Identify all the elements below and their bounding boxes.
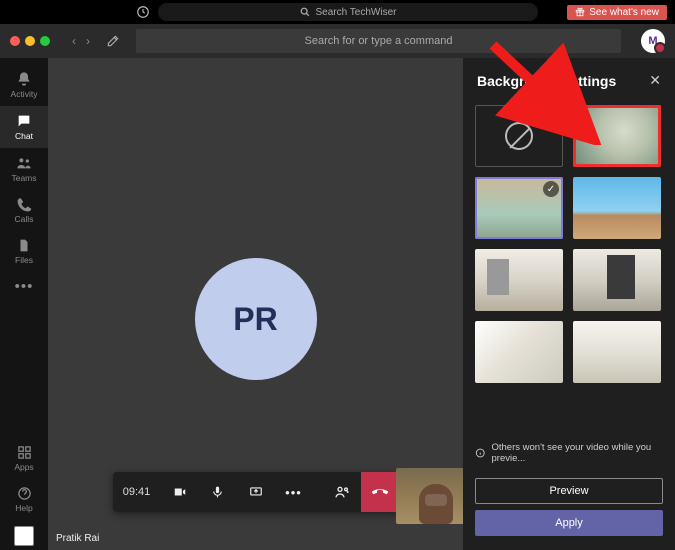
forward-button[interactable]: › [86, 34, 90, 48]
preview-info-text: Others won't see your video while you pr… [475, 442, 663, 472]
share-icon [248, 485, 264, 499]
rail-device-icon[interactable] [14, 526, 34, 546]
bg-option-none[interactable] [475, 105, 563, 167]
mic-icon [211, 484, 224, 500]
compose-icon[interactable] [106, 34, 120, 48]
global-search-placeholder: Search TechWiser [316, 7, 397, 18]
mic-toggle[interactable] [199, 472, 237, 512]
rail-apps[interactable]: Apps [0, 438, 48, 479]
share-screen-button[interactable] [237, 472, 275, 512]
bg-option-blur[interactable] [573, 105, 661, 167]
ban-icon [505, 122, 533, 150]
global-search-bar[interactable]: Search TechWiser [158, 3, 538, 21]
chat-icon [16, 113, 32, 129]
ellipsis-icon: ••• [285, 485, 302, 500]
camera-toggle[interactable] [161, 472, 199, 512]
bell-icon [16, 71, 32, 87]
rail-chat[interactable]: Chat [0, 106, 48, 148]
people-icon [333, 484, 351, 500]
window-controls[interactable] [10, 36, 50, 46]
more-actions-button[interactable]: ••• [275, 472, 313, 512]
panel-title: Background settings [477, 73, 616, 89]
bg-option-image-3[interactable] [475, 249, 563, 311]
search-icon [300, 7, 310, 17]
preview-button[interactable]: Preview [475, 478, 663, 504]
call-duration: 09:41 [113, 472, 161, 512]
apply-button[interactable]: Apply [475, 510, 663, 536]
close-window-icon[interactable] [10, 36, 20, 46]
macos-menubar-area: Search TechWiser See what's new [0, 0, 675, 24]
bg-option-image-1[interactable]: ✓ [475, 177, 563, 239]
command-search-bar[interactable]: Search for or type a command [136, 29, 621, 53]
gift-icon [575, 7, 585, 17]
user-avatar[interactable]: M [641, 29, 665, 53]
close-icon[interactable]: ✕ [649, 72, 661, 89]
hang-up-icon [371, 483, 389, 501]
teams-icon [16, 155, 32, 171]
bg-option-image-4[interactable] [573, 249, 661, 311]
hang-up-button[interactable] [361, 472, 399, 512]
bg-option-image-6[interactable] [573, 321, 661, 383]
background-settings-panel: Background settings ✕ ✓ Others won't see… [463, 58, 675, 550]
rail-teams[interactable]: Teams [0, 148, 48, 190]
help-icon [17, 486, 32, 501]
rail-files[interactable]: Files [0, 231, 48, 272]
camera-icon [172, 485, 188, 499]
app-rail: Activity Chat Teams Calls Files [0, 58, 48, 550]
maximize-window-icon[interactable] [40, 36, 50, 46]
files-icon [17, 238, 31, 253]
video-call-stage: PR 09:41 ••• [48, 58, 463, 550]
participant-name: Pratik Rai [56, 533, 99, 544]
rail-activity[interactable]: Activity [0, 64, 48, 106]
rail-more[interactable]: ••• [0, 272, 48, 301]
call-controls-bar: 09:41 ••• [113, 472, 399, 512]
title-bar: ‹ › Search for or type a command M [0, 24, 675, 58]
apps-icon [17, 445, 32, 460]
phone-icon [17, 197, 32, 212]
bg-option-image-5[interactable] [475, 321, 563, 383]
command-search-placeholder: Search for or type a command [305, 35, 453, 47]
history-icon[interactable] [136, 5, 150, 19]
rail-calls[interactable]: Calls [0, 190, 48, 231]
see-whats-new-button[interactable]: See what's new [567, 5, 667, 20]
rail-help[interactable]: Help [0, 479, 48, 520]
info-icon [475, 447, 486, 459]
participants-button[interactable] [323, 472, 361, 512]
minimize-window-icon[interactable] [25, 36, 35, 46]
bg-option-image-2[interactable] [573, 177, 661, 239]
background-options-grid: ✓ [463, 99, 675, 389]
back-button[interactable]: ‹ [72, 34, 76, 48]
check-icon: ✓ [543, 181, 559, 197]
participant-avatar: PR [195, 258, 317, 380]
